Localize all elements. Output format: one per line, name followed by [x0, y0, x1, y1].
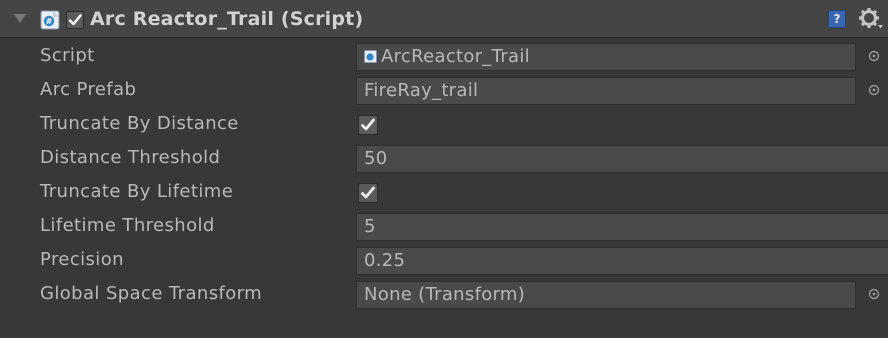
script-icon: # — [40, 10, 60, 30]
field-value: 0.25 — [364, 250, 406, 271]
dropdown-arrow-icon — [878, 25, 883, 29]
field-row-truncate-by-lifetime: Truncate By Lifetime — [0, 176, 888, 210]
lifetime-threshold-input[interactable]: 5 — [356, 213, 888, 241]
checkmark-icon — [361, 186, 375, 199]
field-label: Lifetime Threshold — [40, 215, 215, 236]
field-row-distance-threshold: Distance Threshold 50 — [0, 142, 888, 176]
object-picker-icon[interactable] — [868, 84, 880, 96]
field-row-lifetime-threshold: Lifetime Threshold 5 — [0, 210, 888, 244]
component-enabled-checkbox[interactable] — [66, 11, 84, 29]
precision-input[interactable]: 0.25 — [356, 247, 888, 275]
field-value: None (Transform) — [364, 284, 526, 305]
svg-text:#: # — [46, 17, 53, 26]
object-picker-icon[interactable] — [868, 288, 880, 300]
checkmark-icon — [361, 118, 375, 131]
gear-icon[interactable] — [858, 7, 884, 31]
help-icon[interactable]: ? — [828, 10, 846, 28]
field-label: Truncate By Distance — [40, 113, 239, 134]
field-row-precision: Precision 0.25 — [0, 244, 888, 278]
script-icon — [364, 50, 377, 63]
foldout-arrow-icon[interactable] — [14, 14, 26, 23]
component-header[interactable]: # Arc Reactor_Trail (Script) ? — [0, 0, 888, 38]
field-value: 5 — [364, 216, 376, 237]
field-row-arc-prefab: Arc Prefab FireRay_trail — [0, 74, 888, 108]
field-value: 50 — [364, 148, 388, 169]
object-picker-icon[interactable] — [868, 50, 880, 62]
field-value: ArcReactor_Trail — [381, 46, 530, 67]
truncate-by-distance-checkbox[interactable] — [358, 115, 378, 135]
field-label: Global Space Transform — [40, 283, 263, 304]
field-value: FireRay_trail — [364, 80, 479, 101]
component-title: Arc Reactor_Trail (Script) — [90, 8, 364, 30]
field-label: Script — [40, 45, 95, 66]
field-label: Arc Prefab — [40, 79, 137, 100]
field-label: Distance Threshold — [40, 147, 221, 168]
script-object-field[interactable]: ArcReactor_Trail — [356, 43, 856, 71]
field-row-script: Script ArcReactor_Trail — [0, 40, 888, 74]
field-label: Precision — [40, 249, 124, 270]
checkmark-icon — [68, 14, 82, 26]
distance-threshold-input[interactable]: 50 — [356, 145, 888, 173]
inspector-panel: # Arc Reactor_Trail (Script) ? Script Ar… — [0, 0, 888, 338]
arc-prefab-object-field[interactable]: FireRay_trail — [356, 77, 856, 105]
field-row-global-space-transform: Global Space Transform None (Transform) — [0, 278, 888, 312]
global-space-transform-object-field[interactable]: None (Transform) — [356, 281, 856, 309]
field-row-truncate-by-distance: Truncate By Distance — [0, 108, 888, 142]
field-label: Truncate By Lifetime — [40, 181, 234, 202]
truncate-by-lifetime-checkbox[interactable] — [358, 183, 378, 203]
